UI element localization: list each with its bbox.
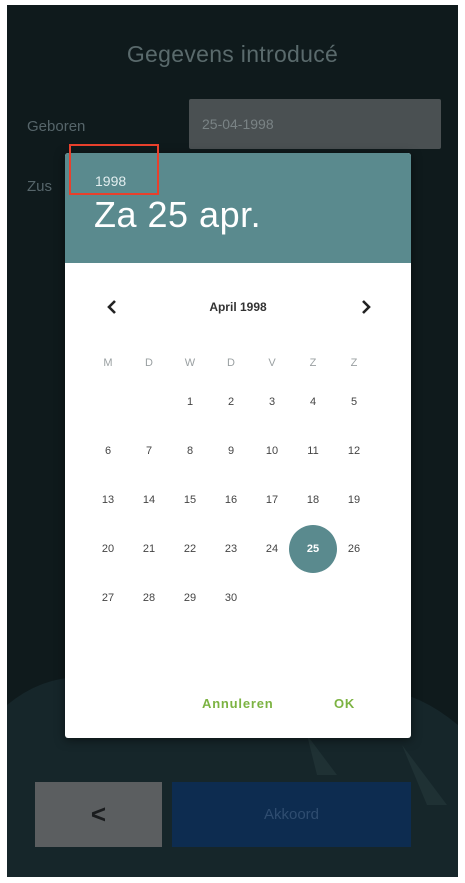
calendar-day[interactable]: 3 (252, 382, 292, 422)
calendar-day[interactable]: 13 (88, 480, 128, 520)
weekday-label: Z (350, 357, 358, 369)
next-month-button[interactable] (351, 293, 381, 323)
calendar-day-selected[interactable]: 25 (293, 529, 333, 569)
chevron-right-icon (362, 300, 371, 314)
calendar-day[interactable]: 17 (252, 480, 292, 520)
calendar-day[interactable]: 5 (334, 382, 374, 422)
date-picker-dialog: 1998 Za 25 apr. April 1998 MDWDVZZ 12345… (65, 153, 411, 738)
calendar-day[interactable]: 22 (170, 529, 210, 569)
calendar-day[interactable]: 21 (129, 529, 169, 569)
calendar-day[interactable]: 9 (211, 431, 251, 471)
calendar-day[interactable]: 15 (170, 480, 210, 520)
ok-button[interactable]: OK (334, 696, 355, 711)
calendar-day[interactable]: 19 (334, 480, 374, 520)
calendar-day[interactable]: 10 (252, 431, 292, 471)
weekday-label: D (145, 357, 153, 369)
calendar-day[interactable]: 24 (252, 529, 292, 569)
calendar-day[interactable]: 6 (88, 431, 128, 471)
calendar-day[interactable]: 8 (170, 431, 210, 471)
akkoord-button[interactable]: Akkoord (172, 782, 411, 847)
weekday-label: V (268, 357, 276, 369)
calendar-day[interactable]: 1 (170, 382, 210, 422)
calendar-day[interactable]: 4 (293, 382, 333, 422)
calendar-day[interactable]: 16 (211, 480, 251, 520)
calendar-day[interactable]: 30 (211, 578, 251, 618)
calendar-day[interactable]: 27 (88, 578, 128, 618)
calendar-day[interactable]: 20 (88, 529, 128, 569)
cancel-button[interactable]: Annuleren (202, 696, 273, 711)
calendar-day[interactable]: 14 (129, 480, 169, 520)
app-screen: Gegevens introducé Geboren 25-04-1998 Zu… (7, 5, 458, 877)
geboren-date-field[interactable]: 25-04-1998 (189, 99, 441, 149)
calendar-day[interactable]: 11 (293, 431, 333, 471)
weekday-label: D (227, 357, 235, 369)
calendar-day[interactable]: 12 (334, 431, 374, 471)
header-selected-date[interactable]: Za 25 apr. (94, 194, 261, 236)
page-title: Gegevens introducé (126, 41, 339, 67)
back-button[interactable]: < (35, 782, 162, 847)
highlight-annotation (69, 144, 159, 195)
calendar-day[interactable]: 29 (170, 578, 210, 618)
chevron-left-icon: < (90, 799, 107, 829)
calendar-day[interactable]: 2 (211, 382, 251, 422)
calendar-day[interactable]: 7 (129, 431, 169, 471)
weekday-label: W (184, 357, 196, 369)
zus-label: Zus (27, 178, 53, 195)
calendar-day[interactable]: 28 (129, 578, 169, 618)
weekday-label: Z (309, 357, 317, 369)
weekday-label: M (103, 357, 113, 369)
calendar-day[interactable]: 23 (211, 529, 251, 569)
geboren-label: Geboren (27, 118, 86, 135)
calendar-day[interactable]: 26 (334, 529, 374, 569)
calendar-day[interactable]: 18 (293, 480, 333, 520)
